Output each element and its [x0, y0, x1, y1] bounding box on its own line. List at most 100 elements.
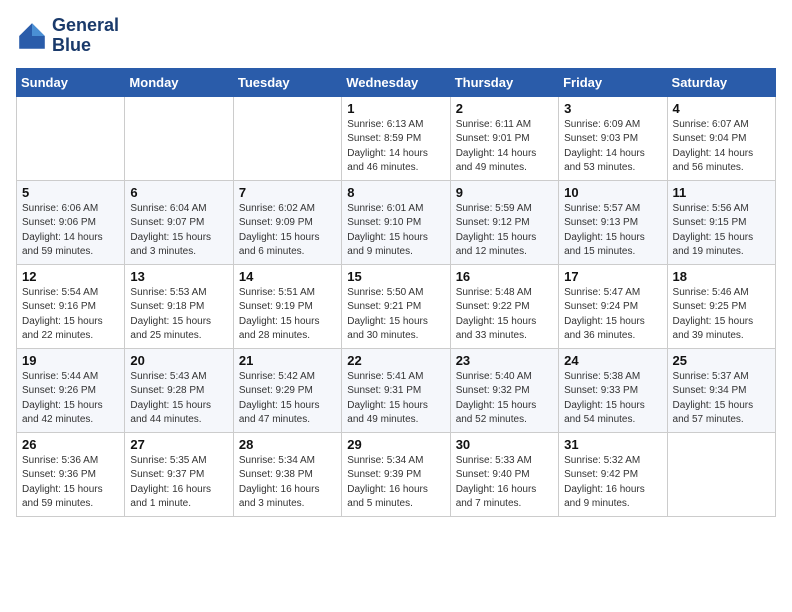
day-number: 15 — [347, 269, 444, 284]
day-detail: Sunrise: 5:37 AM Sunset: 9:34 PM Dayligh… — [673, 370, 770, 428]
day-detail: Sunrise: 5:34 AM Sunset: 9:39 PM Dayligh… — [347, 454, 444, 512]
day-detail: Sunrise: 5:42 AM Sunset: 9:29 PM Dayligh… — [239, 370, 336, 428]
day-number: 27 — [130, 437, 227, 452]
day-detail: Sunrise: 5:43 AM Sunset: 9:28 PM Dayligh… — [130, 370, 227, 428]
day-detail: Sunrise: 5:56 AM Sunset: 9:15 PM Dayligh… — [673, 202, 770, 260]
calendar-cell: 6Sunrise: 6:04 AM Sunset: 9:07 PM Daylig… — [125, 180, 233, 264]
column-header-tuesday: Tuesday — [233, 68, 341, 96]
day-detail: Sunrise: 5:40 AM Sunset: 9:32 PM Dayligh… — [456, 370, 553, 428]
calendar-cell: 27 Sunrise: 5:35 AM Sunset: 9:37 PM Dayli… — [125, 432, 233, 516]
calendar-cell: 5 Sunrise: 6:06 AM Sunset: 9:06 PM Daylig… — [17, 180, 125, 264]
column-header-saturday: Saturday — [667, 68, 775, 96]
day-number: 7 — [239, 185, 336, 200]
calendar-week-3: 12 Sunrise: 5:54 AM Sunset: 9:16 PM Dayli… — [17, 264, 776, 348]
day-detail: Sunrise: 5:46 AM Sunset: 9:25 PM Dayligh… — [673, 286, 770, 344]
logo-icon — [16, 20, 48, 52]
calendar-cell — [233, 96, 341, 180]
calendar-cell: 23Sunrise: 5:40 AM Sunset: 9:32 PM Dayli… — [450, 348, 558, 432]
day-detail: Sunrise: 6:04 AM Sunset: 9:07 PM Dayligh… — [130, 202, 227, 260]
calendar-table: SundayMondayTuesdayWednesdayThursdayFrid… — [16, 68, 776, 517]
day-detail: Sunrise: 6:06 AM Sunset: 9:06 PM Dayligh… — [22, 202, 119, 260]
column-header-monday: Monday — [125, 68, 233, 96]
calendar-week-5: 26 Sunrise: 5:36 AM Sunset: 9:36 PM Dayli… — [17, 432, 776, 516]
day-number: 13 — [130, 269, 227, 284]
day-detail: Sunrise: 5:53 AM Sunset: 9:18 PM Dayligh… — [130, 286, 227, 344]
day-detail: Sunrise: 6:09 AM Sunset: 9:03 PM Dayligh… — [564, 118, 661, 176]
day-detail: Sunrise: 5:59 AM Sunset: 9:12 PM Dayligh… — [456, 202, 553, 260]
calendar-cell: 17 Sunrise: 5:47 AM Sunset: 9:24 PM Dayli… — [559, 264, 667, 348]
day-detail: Sunrise: 5:34 AM Sunset: 9:38 PM Dayligh… — [239, 454, 336, 512]
day-number: 31 — [564, 437, 661, 452]
day-number: 9 — [456, 185, 553, 200]
day-detail: Sunrise: 6:11 AM Sunset: 9:01 PM Dayligh… — [456, 118, 553, 176]
day-detail: Sunrise: 6:07 AM Sunset: 9:04 PM Dayligh… — [673, 118, 770, 176]
calendar-week-4: 19 Sunrise: 5:44 AM Sunset: 9:26 PM Dayli… — [17, 348, 776, 432]
calendar-cell: 21Sunrise: 5:42 AM Sunset: 9:29 PM Dayli… — [233, 348, 341, 432]
calendar-cell: 22Sunrise: 5:41 AM Sunset: 9:31 PM Dayli… — [342, 348, 450, 432]
day-number: 20 — [130, 353, 227, 368]
calendar-cell: 4 Sunrise: 6:07 AM Sunset: 9:04 PM Daylig… — [667, 96, 775, 180]
calendar-week-2: 5 Sunrise: 6:06 AM Sunset: 9:06 PM Daylig… — [17, 180, 776, 264]
day-number: 30 — [456, 437, 553, 452]
calendar-cell: 9 Sunrise: 5:59 AM Sunset: 9:12 PM Daylig… — [450, 180, 558, 264]
day-number: 5 — [22, 185, 119, 200]
day-detail: Sunrise: 5:36 AM Sunset: 9:36 PM Dayligh… — [22, 454, 119, 512]
calendar-week-1: 1 Sunrise: 6:13 AM Sunset: 8:59 PM Daylig… — [17, 96, 776, 180]
column-header-wednesday: Wednesday — [342, 68, 450, 96]
day-number: 2 — [456, 101, 553, 116]
day-number: 4 — [673, 101, 770, 116]
calendar-cell: 24 Sunrise: 5:38 AM Sunset: 9:33 PM Dayli… — [559, 348, 667, 432]
calendar-cell: 15 Sunrise: 5:50 AM Sunset: 9:21 PM Dayli… — [342, 264, 450, 348]
day-number: 24 — [564, 353, 661, 368]
day-detail: Sunrise: 6:13 AM Sunset: 8:59 PM Dayligh… — [347, 118, 444, 176]
day-detail: Sunrise: 5:41 AM Sunset: 9:31 PM Dayligh… — [347, 370, 444, 428]
calendar-cell: 16 Sunrise: 5:48 AM Sunset: 9:22 PM Dayli… — [450, 264, 558, 348]
day-number: 29 — [347, 437, 444, 452]
calendar-cell: 14Sunrise: 5:51 AM Sunset: 9:19 PM Dayli… — [233, 264, 341, 348]
day-number: 1 — [347, 101, 444, 116]
day-detail: Sunrise: 6:01 AM Sunset: 9:10 PM Dayligh… — [347, 202, 444, 260]
day-detail: Sunrise: 5:44 AM Sunset: 9:26 PM Dayligh… — [22, 370, 119, 428]
day-number: 12 — [22, 269, 119, 284]
calendar-cell: 10 Sunrise: 5:57 AM Sunset: 9:13 PM Dayli… — [559, 180, 667, 264]
calendar-cell — [125, 96, 233, 180]
calendar-cell: 11Sunrise: 5:56 AM Sunset: 9:15 PM Dayli… — [667, 180, 775, 264]
day-detail: Sunrise: 5:50 AM Sunset: 9:21 PM Dayligh… — [347, 286, 444, 344]
logo: General Blue — [16, 16, 119, 56]
day-detail: Sunrise: 5:32 AM Sunset: 9:42 PM Dayligh… — [564, 454, 661, 512]
column-header-thursday: Thursday — [450, 68, 558, 96]
day-detail: Sunrise: 5:33 AM Sunset: 9:40 PM Dayligh… — [456, 454, 553, 512]
calendar-cell: 13 Sunrise: 5:53 AM Sunset: 9:18 PM Dayli… — [125, 264, 233, 348]
calendar-cell: 20 Sunrise: 5:43 AM Sunset: 9:28 PM Dayli… — [125, 348, 233, 432]
day-number: 18 — [673, 269, 770, 284]
day-detail: Sunrise: 5:47 AM Sunset: 9:24 PM Dayligh… — [564, 286, 661, 344]
calendar-cell: 18 Sunrise: 5:46 AM Sunset: 9:25 PM Dayli… — [667, 264, 775, 348]
calendar-cell: 28 Sunrise: 5:34 AM Sunset: 9:38 PM Dayli… — [233, 432, 341, 516]
day-detail: Sunrise: 6:02 AM Sunset: 9:09 PM Dayligh… — [239, 202, 336, 260]
calendar-cell: 7 Sunrise: 6:02 AM Sunset: 9:09 PM Daylig… — [233, 180, 341, 264]
day-number: 10 — [564, 185, 661, 200]
calendar-cell — [667, 432, 775, 516]
day-number: 25 — [673, 353, 770, 368]
day-number: 14 — [239, 269, 336, 284]
day-detail: Sunrise: 5:57 AM Sunset: 9:13 PM Dayligh… — [564, 202, 661, 260]
calendar-cell — [17, 96, 125, 180]
calendar-cell: 19 Sunrise: 5:44 AM Sunset: 9:26 PM Dayli… — [17, 348, 125, 432]
day-number: 26 — [22, 437, 119, 452]
day-detail: Sunrise: 5:38 AM Sunset: 9:33 PM Dayligh… — [564, 370, 661, 428]
day-detail: Sunrise: 5:35 AM Sunset: 9:37 PM Dayligh… — [130, 454, 227, 512]
day-detail: Sunrise: 5:48 AM Sunset: 9:22 PM Dayligh… — [456, 286, 553, 344]
day-number: 3 — [564, 101, 661, 116]
logo-text: General Blue — [52, 16, 119, 56]
day-number: 16 — [456, 269, 553, 284]
calendar-cell: 29 Sunrise: 5:34 AM Sunset: 9:39 PM Dayli… — [342, 432, 450, 516]
day-detail: Sunrise: 5:54 AM Sunset: 9:16 PM Dayligh… — [22, 286, 119, 344]
calendar-cell: 3 Sunrise: 6:09 AM Sunset: 9:03 PM Daylig… — [559, 96, 667, 180]
calendar-cell: 8Sunrise: 6:01 AM Sunset: 9:10 PM Daylig… — [342, 180, 450, 264]
column-header-friday: Friday — [559, 68, 667, 96]
calendar-cell: 1 Sunrise: 6:13 AM Sunset: 8:59 PM Daylig… — [342, 96, 450, 180]
day-number: 17 — [564, 269, 661, 284]
day-number: 28 — [239, 437, 336, 452]
column-header-sunday: Sunday — [17, 68, 125, 96]
day-number: 19 — [22, 353, 119, 368]
